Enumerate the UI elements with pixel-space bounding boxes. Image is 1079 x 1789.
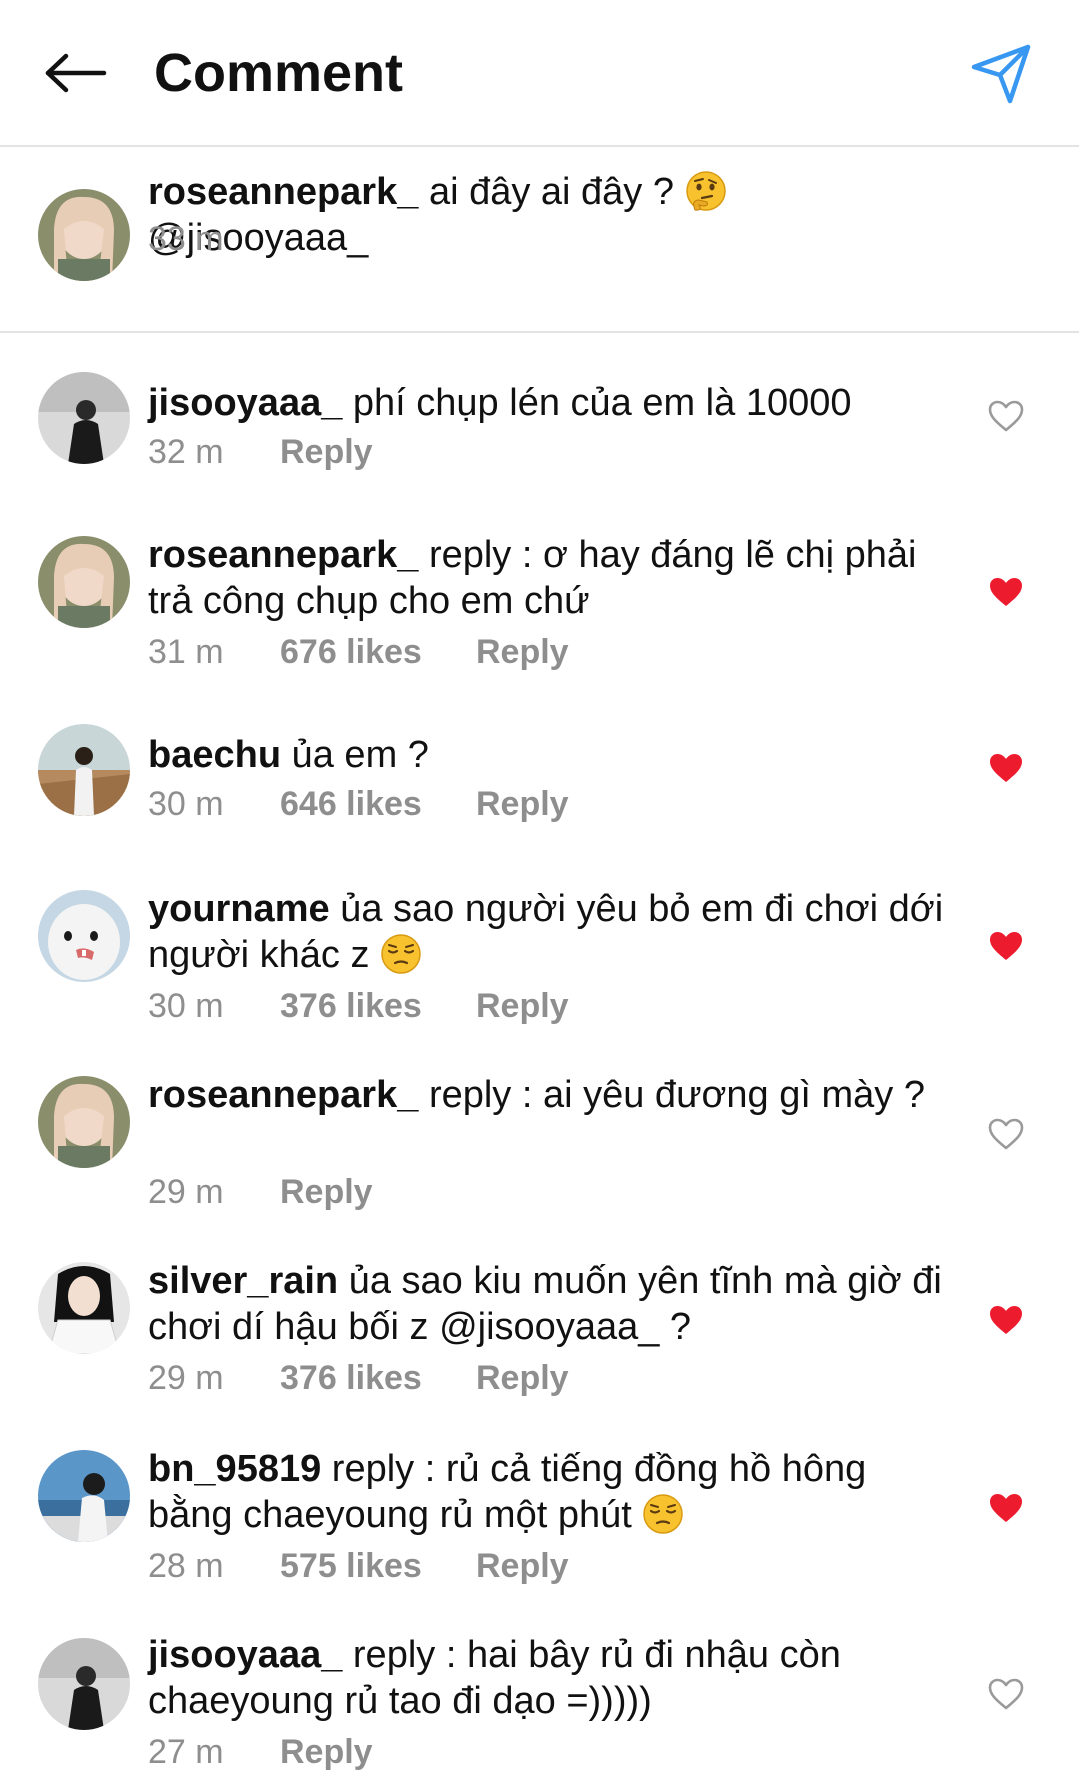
reply-button[interactable]: Reply: [476, 984, 569, 1028]
comment-body: ủa em ?: [291, 734, 429, 776]
avatar[interactable]: [38, 372, 130, 464]
comment-username[interactable]: roseannepark_: [148, 534, 418, 576]
back-button[interactable]: [40, 42, 112, 104]
comment-meta: 29 m 376 likes Reply: [148, 1356, 569, 1400]
likes-count[interactable]: 575 likes: [280, 1544, 476, 1588]
avatar[interactable]: [38, 1638, 130, 1730]
share-button[interactable]: [965, 38, 1037, 110]
comment-meta: 30 m 376 likes Reply: [148, 984, 569, 1028]
avatar[interactable]: [38, 1262, 130, 1354]
reply-button[interactable]: Reply: [476, 1544, 569, 1588]
post-caption: roseannepark_ ai đây ai đây ? @jisooyaaa…: [0, 147, 1079, 333]
comment-meta: 32 m Reply: [148, 430, 373, 474]
comment-time: 29 m: [148, 1173, 224, 1211]
avatar[interactable]: [38, 1076, 130, 1168]
comment-text: yourname ủa sao người yêu bỏ em đi chơi …: [148, 886, 948, 978]
comment-text: silver_rain ủa sao kiu muốn yên tĩnh mà …: [148, 1258, 948, 1350]
like-button[interactable]: [984, 1674, 1028, 1714]
comment-meta: 27 m Reply: [148, 1730, 373, 1774]
comment-username[interactable]: yourname: [148, 888, 330, 930]
comment-time: 30 m: [148, 785, 224, 823]
comment-username[interactable]: roseannepark_: [148, 1074, 418, 1116]
comment-text: bn_95819 reply : rủ cả tiếng đồng hồ hôn…: [148, 1446, 948, 1538]
comment-text: baechu ủa em ?: [148, 732, 948, 778]
like-button[interactable]: [984, 572, 1028, 612]
page-title: Comment: [154, 43, 404, 103]
comment-username[interactable]: baechu: [148, 734, 281, 776]
reply-button[interactable]: Reply: [280, 1170, 373, 1214]
comment-meta: 31 m 676 likes Reply: [148, 630, 569, 674]
like-button[interactable]: [984, 396, 1028, 436]
caption-body: ai đây ai đây ?: [428, 171, 674, 213]
comment-text: jisooyaaa_ phí chụp lén của em là 10000: [148, 380, 948, 426]
comment-body: phí chụp lén của em là 10000: [352, 382, 852, 424]
reply-button[interactable]: Reply: [476, 1356, 569, 1400]
comment-username[interactable]: jisooyaaa_: [148, 1634, 342, 1676]
reply-button[interactable]: Reply: [476, 782, 569, 826]
comment-meta: 30 m 646 likes Reply: [148, 782, 569, 826]
avatar[interactable]: [38, 724, 130, 816]
comment-time: 28 m: [148, 1547, 224, 1585]
avatar[interactable]: [38, 536, 130, 628]
comment-username[interactable]: jisooyaaa_: [148, 382, 342, 424]
likes-count[interactable]: 376 likes: [280, 1356, 476, 1400]
pensive-face-emoji: [643, 1494, 684, 1534]
comment-time: 30 m: [148, 987, 224, 1025]
caption-time: 33 m: [148, 220, 224, 258]
likes-count[interactable]: 676 likes: [280, 630, 476, 674]
comment-time: 27 m: [148, 1733, 224, 1771]
comment-meta: 28 m 575 likes Reply: [148, 1544, 569, 1588]
like-button[interactable]: [984, 1488, 1028, 1528]
comment-text: roseannepark_ reply : ai yêu đương gì mà…: [148, 1072, 948, 1118]
comment-time: 32 m: [148, 433, 224, 471]
avatar[interactable]: [38, 890, 130, 982]
heart-filled-icon: [990, 1494, 1022, 1522]
comment-body: reply : ai yêu đương gì mày ?: [428, 1074, 925, 1116]
thinking-face-emoji: [685, 171, 726, 211]
avatar[interactable]: [38, 189, 130, 281]
app-header: Comment: [0, 0, 1079, 147]
paper-plane-icon: [971, 44, 1031, 104]
like-button[interactable]: [984, 1300, 1028, 1340]
likes-count[interactable]: 646 likes: [280, 782, 476, 826]
likes-count[interactable]: 376 likes: [280, 984, 476, 1028]
like-button[interactable]: [984, 748, 1028, 788]
heart-outline-icon: [988, 1678, 1024, 1710]
caption-meta: 33 m: [148, 217, 280, 261]
like-button[interactable]: [984, 926, 1028, 966]
heart-outline-icon: [988, 1118, 1024, 1150]
comment-username[interactable]: silver_rain: [148, 1260, 338, 1302]
comment-text: roseannepark_ reply : ơ hay đáng lẽ chị …: [148, 532, 948, 624]
comment-meta: 29 m Reply: [148, 1170, 373, 1214]
comment-time: 31 m: [148, 633, 224, 671]
comment-text: jisooyaaa_ reply : hai bây rủ đi nhậu cò…: [148, 1632, 948, 1724]
heart-filled-icon: [990, 754, 1022, 782]
arrow-left-icon: [45, 53, 107, 93]
heart-outline-icon: [988, 400, 1024, 432]
heart-filled-icon: [990, 578, 1022, 606]
like-button[interactable]: [984, 1114, 1028, 1154]
reply-button[interactable]: Reply: [280, 430, 373, 474]
reply-button[interactable]: Reply: [280, 1730, 373, 1774]
comment-username[interactable]: bn_95819: [148, 1448, 321, 1490]
caption-username[interactable]: roseannepark_: [148, 171, 418, 213]
avatar[interactable]: [38, 1450, 130, 1542]
comment-time: 29 m: [148, 1359, 224, 1397]
heart-filled-icon: [990, 1306, 1022, 1334]
heart-filled-icon: [990, 932, 1022, 960]
pensive-face-emoji: [381, 934, 421, 974]
reply-button[interactable]: Reply: [476, 630, 569, 674]
